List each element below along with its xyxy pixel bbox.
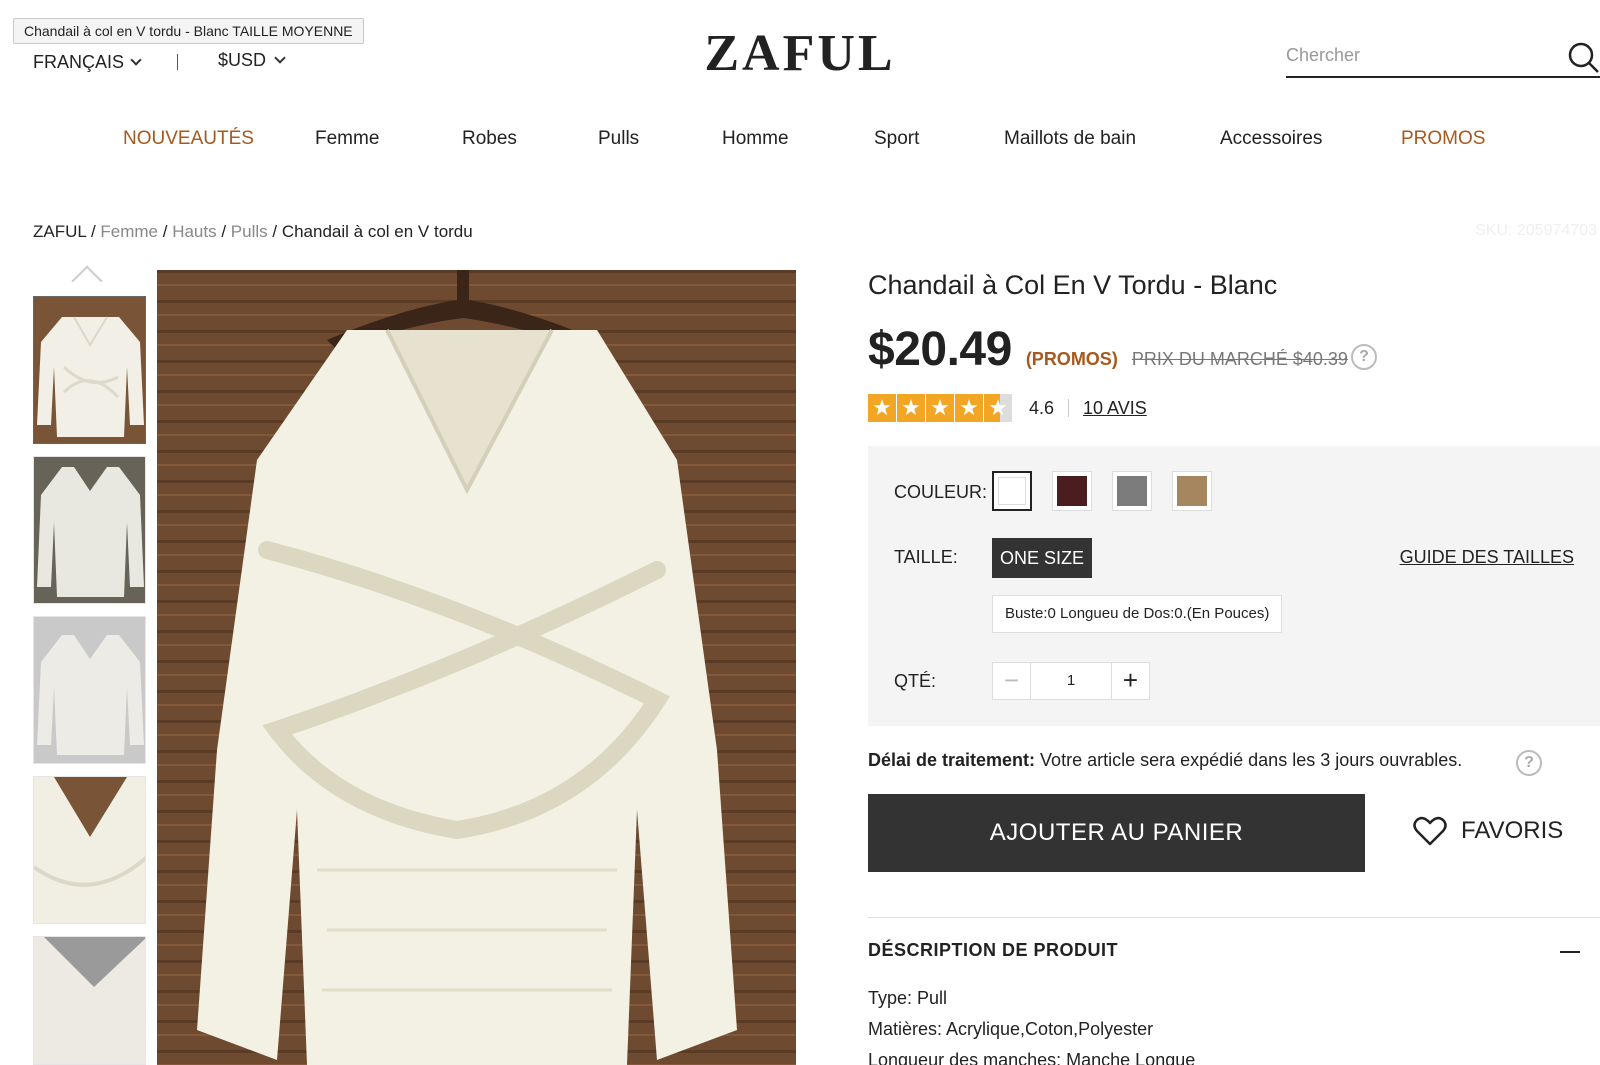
search-input[interactable] bbox=[1286, 38, 1556, 72]
sweater-thumbnail-image bbox=[34, 777, 145, 923]
description-title[interactable]: DÉSCRIPTION DE PRODUIT bbox=[868, 940, 1118, 961]
nav-item-robes[interactable]: Robes bbox=[462, 128, 517, 150]
promo-label: (PROMOS) bbox=[1025, 349, 1118, 369]
favorites-label: FAVORIS bbox=[1461, 817, 1564, 844]
sku-label: SKU: 205974703 bbox=[1475, 222, 1597, 239]
color-swatch-burgundy[interactable] bbox=[1052, 471, 1092, 511]
add-to-cart-button[interactable]: AJOUTER AU PANIER bbox=[868, 794, 1365, 872]
reviews-link[interactable]: 10 AVIS bbox=[1083, 398, 1147, 419]
description-line: Type: Pull bbox=[868, 988, 948, 1008]
breadcrumb-separator: / bbox=[158, 222, 173, 241]
heart-icon bbox=[1413, 816, 1447, 846]
quantity-stepper: − 1 + bbox=[992, 662, 1150, 700]
processing-info: Délai de traitement: Votre article sera … bbox=[868, 750, 1462, 771]
qty-plus-button[interactable]: + bbox=[1111, 663, 1149, 699]
star-icon: ★ bbox=[926, 394, 954, 422]
star-icon: ★ bbox=[897, 394, 925, 422]
processing-label: Délai de traitement: bbox=[868, 750, 1036, 770]
qty-label: QTÉ: bbox=[894, 671, 937, 691]
options-panel: COULEUR: TAILLE: ONE SIZE GUIDE DES TAIL… bbox=[868, 446, 1600, 726]
swatch-fill bbox=[1117, 476, 1147, 506]
sweater-image bbox=[157, 270, 796, 1065]
product-price: $20.49 bbox=[868, 323, 1012, 376]
star-icon: ★ bbox=[955, 394, 983, 422]
rating-value: 4.6 bbox=[1029, 397, 1055, 418]
nav-item-maillots[interactable]: Maillots de bain bbox=[1004, 128, 1136, 150]
color-swatch-white[interactable] bbox=[992, 471, 1032, 511]
product-thumbnail[interactable] bbox=[33, 936, 146, 1065]
sweater-thumbnail-image bbox=[34, 457, 145, 603]
sweater-thumbnail-image bbox=[34, 617, 145, 763]
nav-item-sport[interactable]: Sport bbox=[874, 128, 919, 150]
chevron-up-icon[interactable] bbox=[71, 265, 103, 297]
nav-item-homme[interactable]: Homme bbox=[722, 128, 789, 150]
color-swatch-gray[interactable] bbox=[1112, 471, 1152, 511]
collapse-icon[interactable] bbox=[1560, 951, 1580, 953]
nav-item-promos[interactable]: PROMOS bbox=[1401, 128, 1485, 150]
breadcrumb-link[interactable]: Pulls bbox=[231, 222, 268, 241]
breadcrumb-separator: / bbox=[86, 222, 101, 241]
size-label: TAILLE: bbox=[894, 547, 958, 567]
rating-row: ★ ★ ★ ★ ★ 4.6 10 AVIS bbox=[868, 394, 1147, 422]
product-thumbnail[interactable] bbox=[33, 616, 146, 764]
processing-text: Votre article sera expédié dans les 3 jo… bbox=[1035, 750, 1463, 770]
product-title: Chandail à Col En V Tordu - Blanc bbox=[868, 270, 1278, 300]
qty-input[interactable]: 1 bbox=[1031, 663, 1111, 699]
help-icon[interactable]: ? bbox=[1351, 344, 1377, 370]
search-icon[interactable] bbox=[1566, 40, 1600, 74]
size-option-one-size[interactable]: ONE SIZE bbox=[992, 538, 1093, 578]
star-icon: ★ bbox=[868, 394, 896, 422]
size-guide-link[interactable]: GUIDE DES TAILLES bbox=[1400, 547, 1574, 568]
sweater-thumbnail-image bbox=[34, 937, 145, 1064]
color-swatch-khaki[interactable] bbox=[1172, 471, 1212, 511]
breadcrumb-link[interactable]: ZAFUL bbox=[33, 222, 86, 241]
main-nav: NOUVEAUTÉS Femme Robes Pulls Homme Sport… bbox=[0, 128, 1600, 156]
product-thumbnail[interactable] bbox=[33, 776, 146, 924]
help-icon[interactable]: ? bbox=[1516, 750, 1542, 776]
nav-item-femme[interactable]: Femme bbox=[315, 128, 379, 150]
nav-item-accessoires[interactable]: Accessoires bbox=[1220, 128, 1322, 150]
product-thumbnail[interactable] bbox=[33, 296, 146, 444]
breadcrumb: ZAFUL / Femme / Hauts / Pulls / Chandail… bbox=[33, 222, 473, 242]
breadcrumb-separator: / bbox=[267, 222, 282, 241]
breadcrumb-separator: / bbox=[216, 222, 231, 241]
swatch-fill bbox=[1057, 476, 1087, 506]
breadcrumb-link[interactable]: Femme bbox=[100, 222, 158, 241]
swatch-fill bbox=[998, 477, 1026, 505]
product-thumbnail[interactable] bbox=[33, 456, 146, 604]
favorites-button[interactable]: FAVORIS bbox=[1413, 816, 1563, 846]
price-row: $20.49 (PROMOS) PRIX DU MARCHÉ $40.39 bbox=[868, 322, 1348, 377]
market-price: PRIX DU MARCHÉ $40.39 bbox=[1131, 349, 1348, 369]
star-half-icon: ★ bbox=[984, 394, 1012, 422]
search-bar bbox=[1286, 38, 1600, 78]
swatch-fill bbox=[1177, 476, 1207, 506]
description-line: Longueur des manches: Manche Longue bbox=[868, 1050, 1196, 1065]
section-divider bbox=[868, 917, 1600, 918]
color-label: COULEUR: bbox=[894, 482, 988, 502]
nav-item-nouveautes[interactable]: NOUVEAUTÉS bbox=[123, 128, 254, 150]
rating-divider bbox=[1068, 399, 1070, 417]
measurements-info: Buste:0 Longueu de Dos:0.(En Pouces) bbox=[992, 595, 1283, 633]
breadcrumb-link[interactable]: Hauts bbox=[172, 222, 216, 241]
product-main-image[interactable] bbox=[157, 270, 796, 1065]
nav-item-pulls[interactable]: Pulls bbox=[598, 128, 639, 150]
qty-minus-button[interactable]: − bbox=[993, 663, 1031, 699]
sweater-thumbnail-image bbox=[34, 297, 145, 443]
breadcrumb-current: Chandail à col en V tordu bbox=[281, 222, 473, 241]
description-line: Matières: Acrylique,Coton,Polyester bbox=[868, 1019, 1154, 1039]
